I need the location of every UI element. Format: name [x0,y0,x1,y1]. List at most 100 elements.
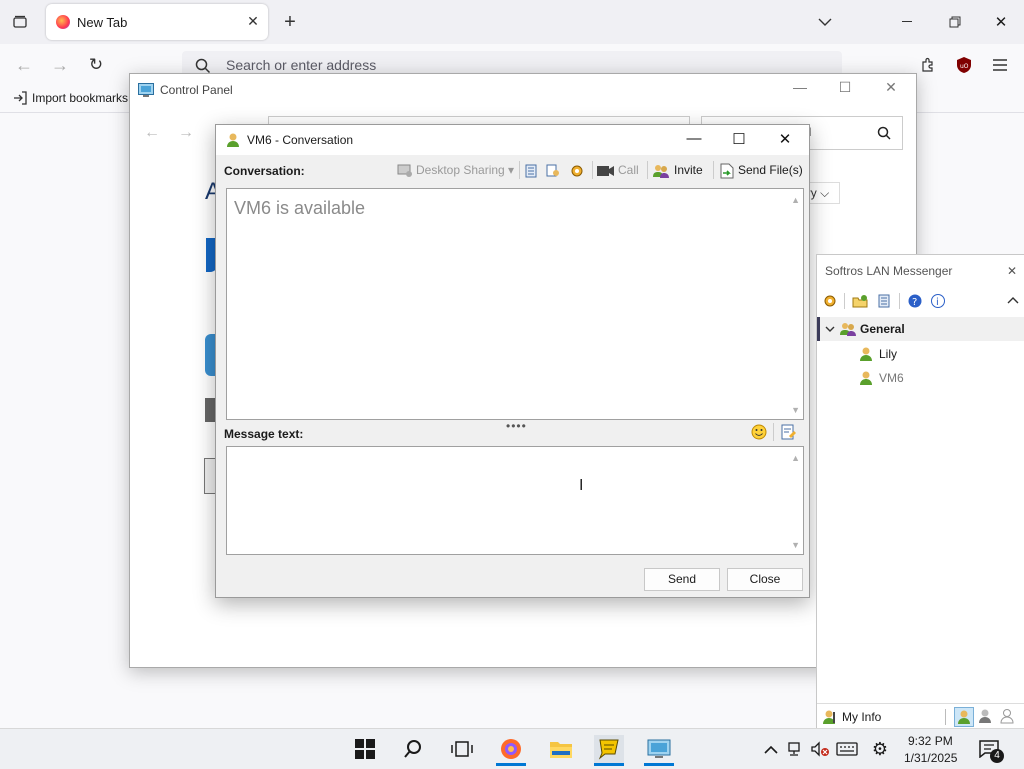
toolbar-divider [592,161,593,179]
new-group-icon[interactable] [851,292,869,310]
close-window-icon[interactable]: ✕ [991,12,1011,32]
contact-item[interactable]: Lily [817,343,1024,365]
new-tab-icon[interactable]: + [280,11,300,33]
scroll-down-icon[interactable]: ▼ [791,540,800,550]
splitter-handle[interactable]: •••• [506,419,527,433]
softros-messenger-icon[interactable] [594,735,624,766]
conversation-label: Conversation: [224,164,305,178]
help-icon[interactable]: ? [906,292,924,310]
extensions-icon[interactable] [918,55,938,75]
toolbar-divider [899,293,900,309]
task-view-icon[interactable] [447,735,477,763]
contact-item[interactable]: VM6 [817,367,1024,389]
menu-icon[interactable] [990,55,1010,75]
control-panel-icon [138,82,154,98]
forward-arrow-icon[interactable]: → [50,55,70,75]
status-away-icon[interactable] [977,708,993,724]
messenger-window: Softros LAN Messenger ✕ ? i General Lily… [816,254,1024,730]
history-icon[interactable] [523,163,539,179]
clock-date[interactable]: 1/31/2025 [904,751,957,765]
invite-button[interactable]: Invite [674,163,703,177]
back-arrow-icon[interactable]: ← [142,124,162,142]
invite-users-icon [652,163,670,179]
restore-icon[interactable] [945,12,965,32]
conversation-history[interactable]: VM6 is available ▲ ▼ [226,188,804,420]
close-icon[interactable]: ✕ [876,79,906,99]
toolbar-divider [844,293,845,309]
chevron-up-icon[interactable] [763,741,779,757]
minimize-icon[interactable] [898,12,918,32]
message-label: Message text: [224,427,304,441]
close-icon[interactable]: ✕ [1007,264,1017,278]
messenger-footer: My Info [817,703,1024,730]
window-title: VM6 - Conversation [247,133,354,147]
import-bookmarks-link[interactable]: Import bookmarks [32,91,128,105]
status-offline-icon[interactable] [999,708,1015,724]
contact-list: General Lily VM6 [817,317,1024,709]
group-general[interactable]: General [817,317,1024,341]
toolbar-divider [773,423,774,441]
send-button[interactable]: Send [644,568,720,591]
status-online-icon[interactable] [954,707,974,727]
user-online-icon [859,346,873,362]
history-icon[interactable] [875,292,893,310]
forward-arrow-icon[interactable]: → [176,124,196,142]
window-title: Control Panel [160,83,233,97]
format-text-icon[interactable] [780,423,798,441]
maximize-icon[interactable]: ☐ [719,130,759,150]
search-icon[interactable] [398,735,428,763]
close-icon[interactable]: ✕ [765,130,805,150]
svg-text:i: i [936,297,939,308]
volume-muted-icon[interactable] [809,740,831,758]
minimize-icon[interactable]: — [785,79,815,99]
settings-gear-icon[interactable]: ⚙ [870,739,890,759]
contact-name: VM6 [879,371,904,385]
scroll-down-icon[interactable]: ▼ [791,405,800,415]
network-icon[interactable] [786,740,806,758]
firefox-tab-bar: New Tab ✕ + ✕ [0,0,1024,44]
call-button[interactable]: Call [618,163,639,177]
file-explorer-icon[interactable] [546,735,576,763]
reload-icon[interactable]: ↻ [86,55,106,75]
import-icon [12,90,28,106]
scroll-up-icon[interactable]: ▲ [791,195,800,205]
notification-count-badge: 4 [990,749,1004,763]
maximize-icon[interactable]: ☐ [830,79,860,99]
desktop-sharing-button[interactable]: Desktop Sharing ▾ [416,163,514,177]
my-info-label[interactable]: My Info [842,710,881,724]
info-icon[interactable]: i [929,292,947,310]
contact-name: Lily [879,347,898,361]
emoticon-icon[interactable] [750,423,768,441]
scroll-up-icon[interactable]: ▲ [791,453,800,463]
close-tab-icon[interactable]: ✕ [244,12,262,30]
tab-title: New Tab [77,15,128,30]
window-title: Softros LAN Messenger [825,264,953,278]
copy-user-icon[interactable] [545,163,561,179]
toolbar-divider [713,161,714,179]
firefox-icon[interactable] [496,735,526,766]
status-message: VM6 is available [234,198,366,218]
group-label: General [860,322,905,336]
address-placeholder: Search or enter address [226,57,377,73]
ublock-icon[interactable]: uO [954,55,974,75]
minimize-icon[interactable]: — [674,130,714,150]
message-input[interactable]: ▲ ▼ I [226,446,804,555]
conversation-titlebar: VM6 - Conversation — ☐ ✕ [216,125,809,155]
browser-tab[interactable]: New Tab ✕ [46,4,268,40]
chevron-up-icon[interactable] [1005,292,1021,308]
start-windows-icon[interactable] [350,735,380,763]
conversation-window: VM6 - Conversation — ☐ ✕ Conversation: D… [215,124,810,598]
user-icon [225,132,241,148]
send-files-button[interactable]: Send File(s) [738,163,803,177]
close-button[interactable]: Close [727,568,803,591]
list-all-tabs-icon[interactable] [10,12,30,32]
clock-time[interactable]: 9:32 PM [908,734,953,748]
my-info-icon[interactable] [821,709,839,725]
messenger-toolbar: ? i [817,285,1024,317]
settings-gear-icon[interactable] [568,163,586,179]
control-panel-icon[interactable] [644,735,674,766]
back-arrow-icon[interactable]: ← [14,55,34,75]
chevron-down-icon[interactable] [815,12,835,32]
keyboard-icon[interactable] [835,740,859,758]
settings-gear-icon[interactable] [821,292,839,310]
